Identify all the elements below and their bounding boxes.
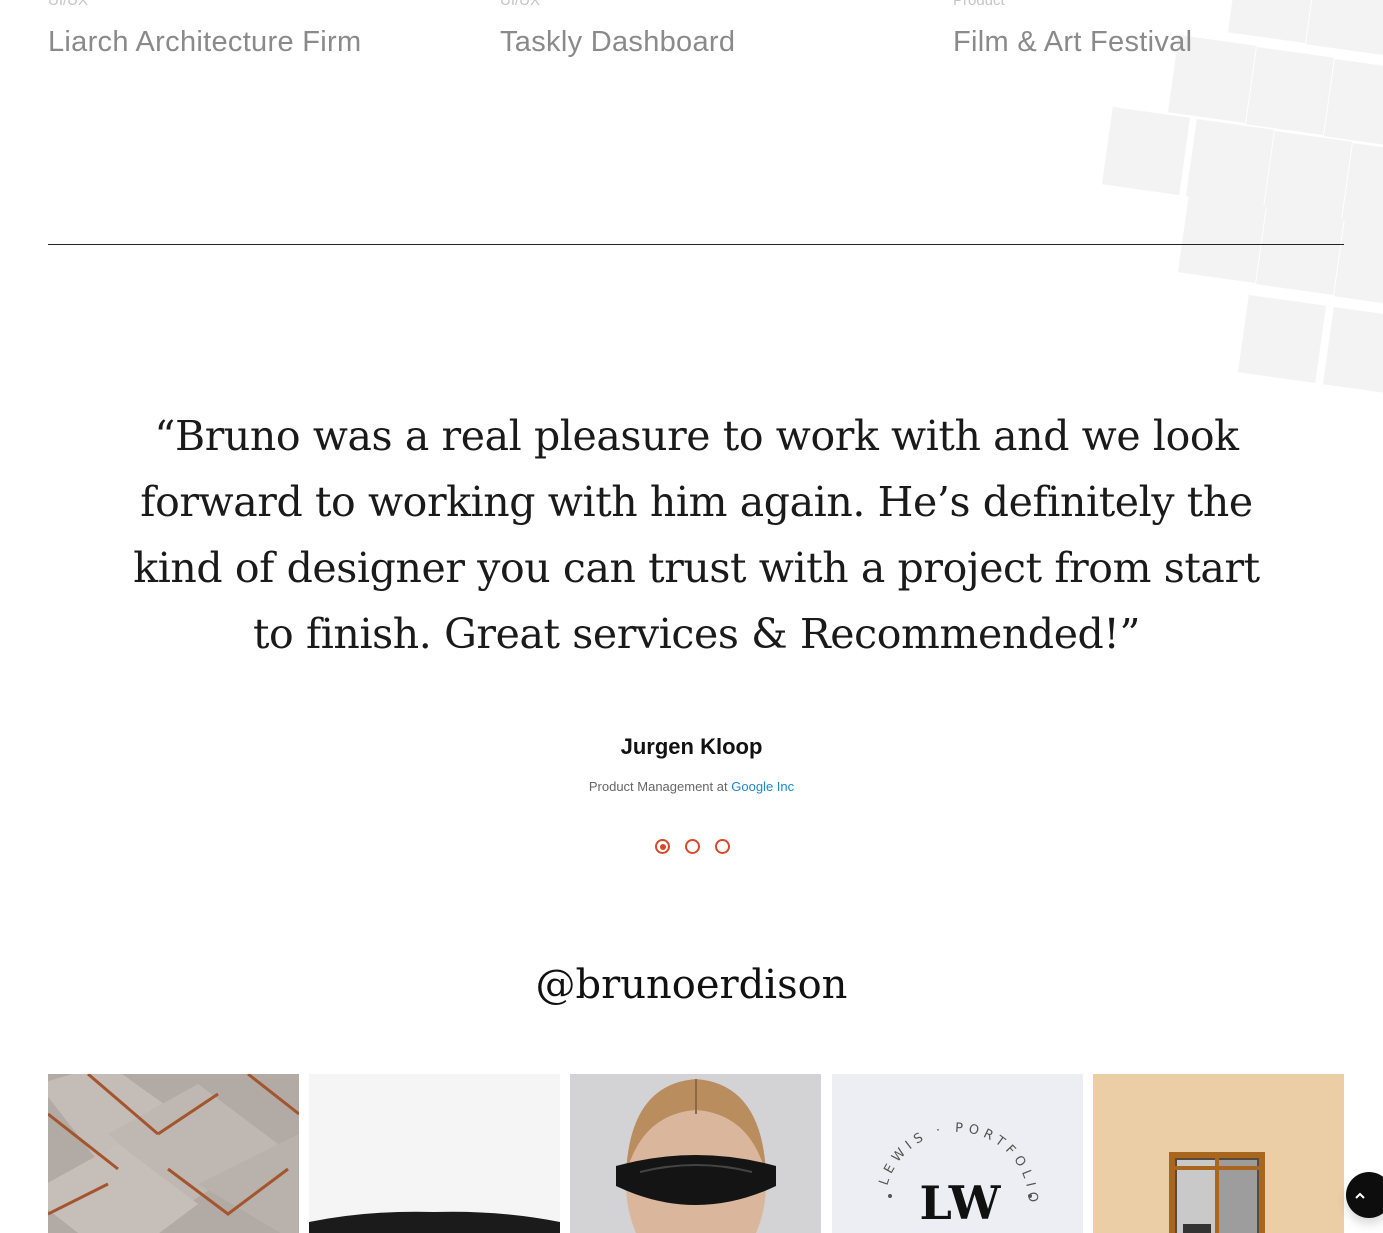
instagram-photo-window[interactable] bbox=[1093, 1074, 1344, 1233]
project-list: UI/UX Liarch Architecture Firm UI/UX Tas… bbox=[48, 0, 1344, 80]
scroll-to-top-button[interactable] bbox=[1346, 1172, 1383, 1218]
mound-illustration bbox=[309, 1074, 560, 1233]
lw-logo-illustration: LEWIS · PORTFOLIO · D LW bbox=[832, 1074, 1083, 1233]
visor-portrait-illustration bbox=[570, 1074, 821, 1233]
svg-text:LW: LW bbox=[920, 1176, 1002, 1230]
testimonial-author: Jurgen Kloop bbox=[620, 734, 763, 759]
instagram-gallery: LEWIS · PORTFOLIO · D LW bbox=[48, 1074, 1344, 1233]
project-category: UI/UX bbox=[48, 0, 89, 9]
chevron-up-icon bbox=[1353, 1185, 1367, 1205]
project-title[interactable]: Liarch Architecture Firm bbox=[48, 26, 361, 59]
slider-dot-2[interactable] bbox=[685, 839, 700, 854]
envelopes-illustration bbox=[48, 1074, 299, 1233]
testimonial-at: at bbox=[716, 779, 728, 794]
project-category: UI/UX bbox=[500, 0, 541, 9]
instagram-photo-mound[interactable] bbox=[309, 1074, 560, 1233]
section-divider bbox=[48, 244, 1344, 245]
slider-pagination bbox=[655, 839, 735, 855]
testimonial-role: Product Management bbox=[588, 779, 714, 794]
project-title[interactable]: Film & Art Festival bbox=[953, 26, 1192, 59]
testimonial-role-line: Product Management at Google Inc bbox=[0, 779, 1383, 794]
instagram-photo-lw-logo[interactable]: LEWIS · PORTFOLIO · D LW bbox=[832, 1074, 1083, 1233]
slider-dot-1[interactable] bbox=[655, 839, 670, 854]
window-wall-illustration bbox=[1093, 1074, 1344, 1233]
instagram-photo-visor[interactable] bbox=[570, 1074, 821, 1233]
project-category: Product bbox=[953, 0, 1005, 9]
instagram-photo-envelopes[interactable] bbox=[48, 1074, 299, 1233]
instagram-handle[interactable]: @brunoerdison bbox=[0, 962, 1383, 1008]
testimonial-quote: “Bruno was a real pleasure to work with … bbox=[133, 412, 1260, 658]
slider-dot-3[interactable] bbox=[715, 839, 730, 854]
project-title[interactable]: Taskly Dashboard bbox=[500, 26, 735, 59]
testimonial-company-link[interactable]: Google Inc bbox=[731, 779, 794, 794]
